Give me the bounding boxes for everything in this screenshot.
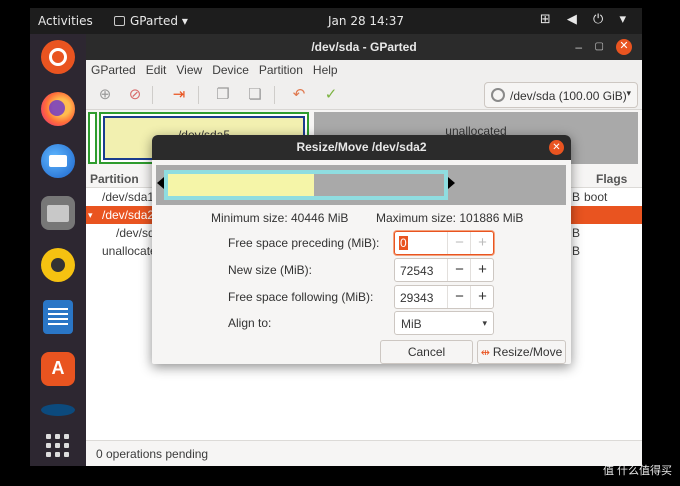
following-decrement-button[interactable]: −: [447, 286, 471, 308]
dock: A: [30, 34, 86, 466]
maximize-icon[interactable]: ▢: [595, 34, 604, 60]
following-row: Free space following (MiB): 29343 − +: [152, 285, 571, 309]
show-apps-icon[interactable]: [41, 428, 75, 462]
device-selector-label: /dev/sda (100.00 GiB): [510, 89, 627, 103]
files-icon[interactable]: [41, 196, 75, 230]
menu-partition[interactable]: Partition: [254, 60, 308, 77]
resize-move-icon[interactable]: ⇥: [170, 86, 188, 104]
partial-dock-icon[interactable]: [41, 404, 75, 416]
minimize-icon[interactable]: –: [575, 34, 582, 60]
app-menu[interactable]: GParted ▾: [114, 14, 188, 28]
column-flags[interactable]: Flags: [596, 172, 627, 186]
partition-name: /dev/sda1: [102, 190, 155, 204]
resize-move-dialog: Resize/Move /dev/sda2 ✕ Minimum size: 40…: [152, 135, 571, 364]
column-partition[interactable]: Partition: [90, 172, 139, 186]
copy-icon[interactable]: ❐: [214, 86, 232, 104]
dialog-titlebar[interactable]: Resize/Move /dev/sda2 ✕: [152, 135, 571, 160]
apply-icon[interactable]: ✓: [322, 86, 340, 104]
resize-move-icon: ⇹: [480, 347, 490, 359]
newsize-spinner[interactable]: 72543 − +: [394, 258, 494, 282]
menu-device[interactable]: Device: [207, 60, 254, 77]
newsize-input[interactable]: 72543: [400, 264, 433, 278]
used-space-fill: [168, 174, 315, 196]
minimum-size: Minimum size: 40446 MiB: [211, 211, 349, 225]
status-bar: 0 operations pending: [86, 440, 642, 466]
align-value: MiB: [401, 317, 422, 331]
thunderbird-icon[interactable]: [41, 144, 75, 178]
chevron-down-icon: ▾: [482, 318, 487, 328]
preceding-decrement-button[interactable]: −: [447, 232, 471, 254]
graph-sda1[interactable]: [88, 112, 97, 164]
partition-flags: boot: [584, 190, 608, 204]
chevron-down-icon: ▾: [181, 14, 188, 28]
left-resize-handle-icon[interactable]: [157, 177, 164, 189]
new-partition-icon[interactable]: ⊕: [96, 86, 114, 104]
maximum-size: Maximum size: 101886 MiB: [376, 211, 524, 225]
menu-edit[interactable]: Edit: [141, 60, 172, 77]
dialog-title: Resize/Move /dev/sda2: [296, 140, 427, 154]
menu-gparted[interactable]: GParted: [86, 60, 141, 77]
app-menu-label: GParted: [130, 14, 178, 28]
partition-flag-prefix: B: [572, 226, 581, 240]
right-resize-handle-icon[interactable]: [448, 177, 455, 189]
firefox-icon[interactable]: [41, 92, 75, 126]
preceding-label: Free space preceding (MiB):: [228, 236, 380, 250]
newsize-row: New size (MiB): 72543 − +: [152, 258, 571, 282]
undo-icon[interactable]: ↶: [290, 86, 308, 104]
align-label: Align to:: [228, 316, 272, 330]
close-icon[interactable]: ✕: [616, 39, 632, 55]
disk-icon: [491, 88, 505, 102]
paste-icon[interactable]: ❏: [246, 86, 264, 104]
ubuntu-icon[interactable]: [41, 40, 75, 74]
partition-frame[interactable]: [164, 170, 448, 200]
resize-move-button[interactable]: ⇹ Resize/Move: [477, 340, 566, 364]
cancel-button[interactable]: Cancel: [380, 340, 473, 364]
align-select[interactable]: MiB ▾: [394, 311, 494, 335]
store-glyph: A: [51, 358, 65, 378]
newsize-label: New size (MiB):: [228, 263, 313, 277]
window-titlebar[interactable]: /dev/sda - GParted – ▢ ✕: [86, 34, 642, 60]
partition-flag-prefix: B: [572, 190, 581, 204]
close-icon[interactable]: ✕: [549, 140, 564, 155]
menu-bar: GParted Edit View Device Partition Help: [86, 60, 642, 80]
menu-view[interactable]: View: [171, 60, 207, 77]
following-spinner[interactable]: 29343 − +: [394, 285, 494, 309]
resize-move-button-label: Resize/Move: [492, 345, 563, 359]
window-title: /dev/sda - GParted: [311, 40, 417, 54]
preceding-spinner[interactable]: 0 − +: [394, 231, 494, 255]
libreoffice-writer-icon[interactable]: [43, 300, 73, 334]
expander-icon[interactable]: ▾: [88, 210, 93, 221]
system-tray[interactable]: ⊞ ◀ ⏻ ▾: [540, 12, 632, 27]
clock[interactable]: Jan 28 14:37: [328, 14, 404, 28]
toolbar: ⊕ ⊘ ⇥ ❐ ❏ ↶ ✓ /dev/sda (100.00 GiB) ▾: [86, 80, 642, 110]
software-store-icon[interactable]: A: [41, 352, 75, 386]
partition-name: /dev/sda2: [102, 208, 155, 222]
following-input[interactable]: 29343: [400, 291, 433, 305]
watermark: 值 什么值得买: [602, 465, 672, 477]
device-selector[interactable]: /dev/sda (100.00 GiB) ▾: [484, 82, 638, 108]
align-row: Align to: MiB ▾: [152, 311, 571, 335]
gparted-app-icon: [114, 16, 125, 26]
rhythmbox-icon[interactable]: [41, 248, 75, 282]
menu-help[interactable]: Help: [308, 60, 343, 77]
resize-bar[interactable]: [156, 165, 566, 205]
newsize-increment-button[interactable]: +: [470, 259, 494, 281]
following-increment-button[interactable]: +: [470, 286, 494, 308]
top-bar: Activities GParted ▾ Jan 28 14:37 ⊞ ◀ ⏻ …: [30, 8, 642, 34]
preceding-row: Free space preceding (MiB): 0 − +: [152, 231, 571, 255]
chevron-down-icon: ▾: [626, 88, 631, 98]
preceding-input[interactable]: 0: [399, 236, 408, 250]
activities-button[interactable]: Activities: [38, 14, 93, 28]
delete-partition-icon[interactable]: ⊘: [126, 86, 144, 104]
partition-flag-prefix: B: [572, 244, 581, 258]
status-text: 0 operations pending: [96, 447, 209, 461]
preceding-increment-button[interactable]: +: [470, 232, 494, 254]
following-label: Free space following (MiB):: [228, 290, 374, 304]
newsize-decrement-button[interactable]: −: [447, 259, 471, 281]
